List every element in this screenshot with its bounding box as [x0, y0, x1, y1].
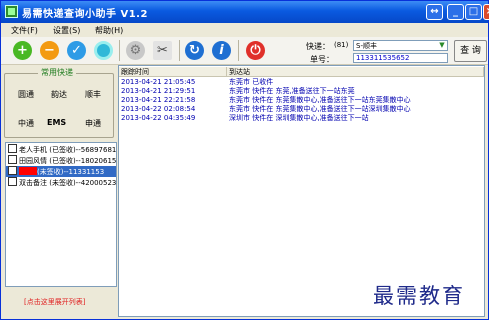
gear-icon[interactable]: ⚙	[126, 41, 145, 60]
tools-icon[interactable]: ✂	[153, 41, 172, 60]
table-cell-time: 2013-04-22 02:08:54	[121, 105, 196, 113]
list-item[interactable]: (未签收)--11331153	[6, 166, 116, 177]
minimize-button[interactable]: _	[447, 4, 464, 20]
close-button[interactable]: ×	[483, 4, 489, 20]
menu-bar: 文件(F) 设置(S) 帮助(H)	[1, 23, 488, 37]
maximize-button[interactable]: □	[465, 4, 482, 20]
table-cell-station: 东莞市 快件在 东莞集散中心,准备送往下一站东莞集散中心	[229, 96, 411, 104]
list-item[interactable]: 田园风情 (已签收)--18020615	[6, 155, 116, 166]
quick-courier-title: 常用快递	[38, 67, 76, 78]
courier-select-value: S-顺丰	[356, 42, 377, 50]
app-window: 易需快递查询小助手 V1.2 ↔ _ □ × 文件(F) 设置(S) 帮助(H)…	[0, 0, 489, 320]
checkbox[interactable]	[8, 155, 17, 164]
quick-courier-item[interactable]: 韵达	[51, 89, 67, 100]
courier-select[interactable]: S-顺丰 ▼	[353, 40, 448, 51]
watermark: 最需教育	[373, 284, 465, 308]
query-button[interactable]: 查 询	[454, 40, 487, 62]
table-cell-time: 2013-04-22 04:35:49	[121, 114, 196, 122]
redacted-block	[19, 167, 37, 175]
table-cell-time: 2013-04-21 21:29:51	[121, 87, 196, 95]
toolbar-separator	[179, 40, 180, 61]
list-item[interactable]: 双击备注 (未签收)--42000523	[6, 177, 116, 188]
refresh-icon[interactable]: ↻	[185, 41, 204, 60]
list-item[interactable]: 老人手机 (已签收)--56897681	[6, 144, 116, 155]
quick-courier-item[interactable]: 中通	[18, 118, 34, 129]
chevron-down-icon[interactable]: ▼	[437, 41, 447, 50]
toolbar-separator	[238, 40, 239, 61]
table-cell-station: 东莞市 已收件	[229, 78, 274, 86]
column-header-time[interactable]: 跟踪时间	[119, 67, 227, 77]
app-icon	[5, 5, 18, 18]
menu-settings[interactable]: 设置(S)	[53, 25, 80, 36]
table-cell-time: 2013-04-21 22:21:58	[121, 96, 196, 104]
courier-label: 快递：	[306, 42, 330, 51]
checkbox[interactable]	[8, 144, 17, 153]
courier-count: (81)	[334, 41, 349, 49]
menu-help[interactable]: 帮助(H)	[95, 25, 123, 36]
table-cell-station: 深圳市 快件在 深圳集散中心,准备送往下一站	[229, 114, 369, 122]
title-bar[interactable]: 易需快递查询小助手 V1.2 ↔ _ □ ×	[1, 1, 489, 23]
quick-courier-item[interactable]: EMS	[47, 118, 66, 127]
quick-courier-item[interactable]: 顺丰	[85, 89, 101, 100]
check-icon[interactable]: ✓	[67, 41, 86, 60]
quick-courier-item[interactable]: 圆通	[18, 89, 34, 100]
number-label: 单号：	[310, 55, 334, 64]
table-cell-station: 东莞市 快件在 东莞,准备送往下一站东莞	[229, 87, 355, 95]
window-title: 易需快递查询小助手 V1.2	[22, 9, 148, 20]
checkbox[interactable]	[8, 177, 17, 186]
info-icon[interactable]: i	[212, 41, 231, 60]
checkbox[interactable]	[8, 166, 17, 175]
circle-icon[interactable]	[94, 41, 113, 60]
add-icon[interactable]: +	[13, 41, 32, 60]
expand-list-link[interactable]: [点击这里展开列表]	[24, 297, 85, 307]
minus-icon[interactable]: −	[40, 41, 59, 60]
record-list[interactable]: 老人手机 (已签收)--56897681 田园风情 (已签收)--1802061…	[5, 142, 117, 287]
restore-icon[interactable]: ↔	[426, 4, 443, 20]
menu-file[interactable]: 文件(F)	[11, 25, 38, 36]
power-icon[interactable]: ⏻	[246, 41, 265, 60]
table-cell-time: 2013-04-21 21:05:45	[121, 78, 196, 86]
tracking-number-input[interactable]: 113311535652	[353, 53, 448, 63]
toolbar-separator	[119, 40, 120, 61]
table-cell-station: 东莞市 快件在 东莞集散中心,准备送往下一站深圳集散中心	[229, 105, 411, 113]
column-header-station[interactable]: 到达站	[227, 67, 484, 77]
quick-courier-item[interactable]: 申通	[85, 118, 101, 129]
